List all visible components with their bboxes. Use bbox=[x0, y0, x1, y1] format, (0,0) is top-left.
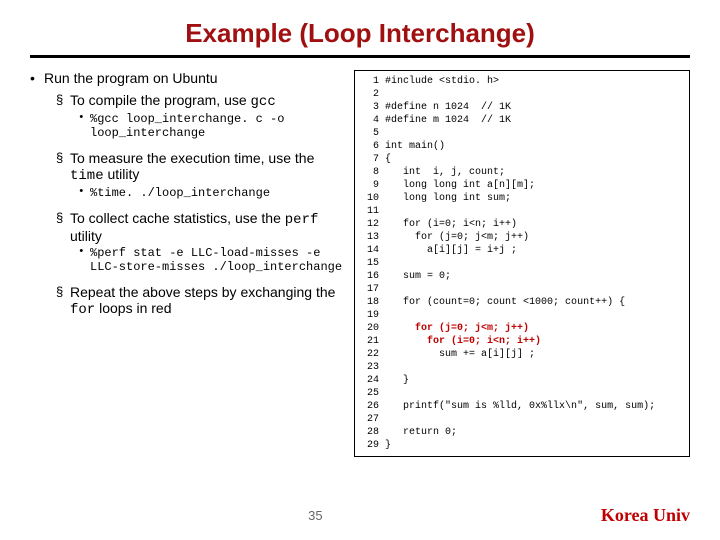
code-line: 2 bbox=[361, 88, 683, 101]
code-line: 23 bbox=[361, 361, 683, 374]
code-line: 28 return 0; bbox=[361, 426, 683, 439]
code-line: 21 for (i=0; i<n; i++) bbox=[361, 335, 683, 348]
code-box: 1#include <stdio. h>23#define n 1024 // … bbox=[354, 70, 690, 457]
text: utility bbox=[70, 228, 102, 244]
code-line: 13 for (j=0; j<m; j++) bbox=[361, 231, 683, 244]
code-line: 26 printf("sum is %lld, 0x%llx\n", sum, … bbox=[361, 400, 683, 413]
bullet-measure: To measure the execution time, use the t… bbox=[56, 150, 346, 184]
code-line: 3#define n 1024 // 1K bbox=[361, 101, 683, 114]
code-line: 8 int i, j, count; bbox=[361, 166, 683, 179]
content-row: Run the program on Ubuntu To compile the… bbox=[30, 70, 690, 457]
code-line: 4#define m 1024 // 1K bbox=[361, 114, 683, 127]
text: To collect cache statistics, use the bbox=[70, 210, 285, 226]
measure-cmd: %time. ./loop_interchange bbox=[78, 186, 346, 200]
bullet-repeat: Repeat the above steps by exchanging the… bbox=[56, 284, 346, 318]
gcc-word: gcc bbox=[251, 94, 276, 110]
code-line: 22 sum += a[i][j] ; bbox=[361, 348, 683, 361]
text: utility bbox=[104, 166, 140, 182]
code-line: 14 a[i][j] = i+j ; bbox=[361, 244, 683, 257]
code-line: 24 } bbox=[361, 374, 683, 387]
code-line: 7{ bbox=[361, 153, 683, 166]
code-line: 29} bbox=[361, 439, 683, 452]
code-line: 12 for (i=0; i<n; i++) bbox=[361, 218, 683, 231]
code-line: 10 long long int sum; bbox=[361, 192, 683, 205]
code-line: 18 for (count=0; count <1000; count++) { bbox=[361, 296, 683, 309]
bullet-column: Run the program on Ubuntu To compile the… bbox=[30, 70, 346, 457]
text: To compile the program, use bbox=[70, 92, 251, 108]
code-line: 5 bbox=[361, 127, 683, 140]
code-line: 25 bbox=[361, 387, 683, 400]
page-number: 35 bbox=[308, 508, 322, 523]
bullet-run: Run the program on Ubuntu bbox=[30, 70, 346, 86]
code-line: 17 bbox=[361, 283, 683, 296]
text: loops in red bbox=[95, 300, 171, 316]
code-line: 27 bbox=[361, 413, 683, 426]
slide-title: Example (Loop Interchange) bbox=[30, 18, 690, 49]
code-line: 20 for (j=0; j<m; j++) bbox=[361, 322, 683, 335]
text: To measure the execution time, use the bbox=[70, 150, 314, 166]
university-logo: Korea Univ bbox=[601, 505, 690, 526]
compile-cmd: %gcc loop_interchange. c -o loop_interch… bbox=[78, 112, 346, 140]
title-rule bbox=[30, 55, 690, 58]
time-word: time bbox=[70, 168, 104, 184]
text: Repeat the above steps by exchanging the bbox=[70, 284, 335, 300]
collect-cmd: %perf stat -e LLC-load-misses -e LLC-sto… bbox=[78, 246, 346, 274]
code-line: 11 bbox=[361, 205, 683, 218]
code-line: 9 long long int a[n][m]; bbox=[361, 179, 683, 192]
bullet-collect: To collect cache statistics, use the per… bbox=[56, 210, 346, 244]
code-line: 15 bbox=[361, 257, 683, 270]
code-line: 16 sum = 0; bbox=[361, 270, 683, 283]
footer: 35 Korea Univ bbox=[0, 505, 720, 526]
code-line: 6int main() bbox=[361, 140, 683, 153]
bullet-compile: To compile the program, use gcc bbox=[56, 92, 346, 110]
code-line: 19 bbox=[361, 309, 683, 322]
perf-word: perf bbox=[285, 212, 319, 228]
code-line: 1#include <stdio. h> bbox=[361, 75, 683, 88]
for-word: for bbox=[70, 302, 95, 318]
